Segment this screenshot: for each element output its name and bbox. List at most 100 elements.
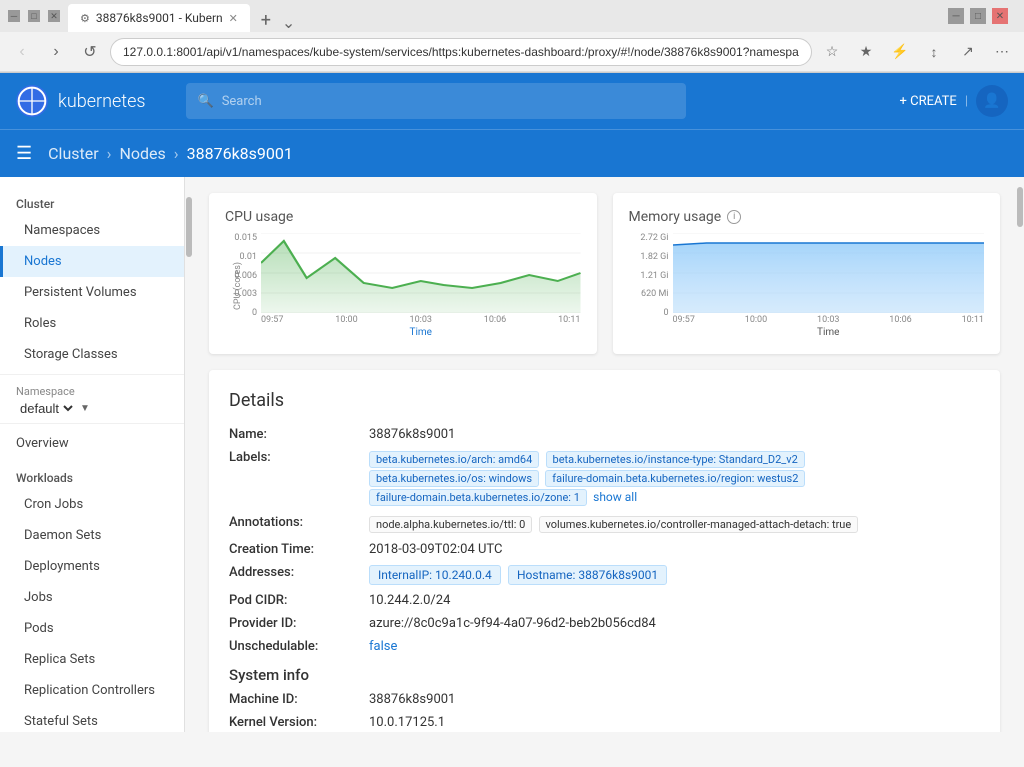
mem-y1: 0 xyxy=(663,308,668,318)
sidebar-item-deployments[interactable]: Deployments xyxy=(0,551,184,582)
breadcrumb-nodes[interactable]: Nodes xyxy=(119,144,165,163)
sidebar-item-pods[interactable]: Pods xyxy=(0,613,184,644)
app-title: kubernetes xyxy=(58,91,146,112)
unschedulable-label: Unschedulable: xyxy=(229,639,369,654)
sidebar-item-daemon-sets[interactable]: Daemon Sets xyxy=(0,520,184,551)
back-button[interactable]: ‹ xyxy=(8,38,36,66)
refresh-button[interactable]: ↺ xyxy=(76,38,104,66)
address-bar[interactable] xyxy=(110,38,812,66)
detail-row-machine-id: Machine ID: 38876k8s9001 xyxy=(229,692,980,707)
sidebar-item-storage-classes[interactable]: Storage Classes xyxy=(0,339,184,370)
sidebar-item-replica-sets[interactable]: Replica Sets xyxy=(0,644,184,675)
cpu-y5: 0.015 xyxy=(234,233,257,243)
breadcrumb-cluster[interactable]: Cluster xyxy=(48,144,99,163)
forward-button[interactable]: › xyxy=(42,38,70,66)
sidebar-item-overview[interactable]: Overview xyxy=(0,428,184,459)
kernel-value: 10.0.17125.1 xyxy=(369,715,980,730)
hamburger-menu[interactable]: ☰ xyxy=(16,143,32,164)
pod-cidr-value: 10.244.2.0/24 xyxy=(369,593,980,608)
tab-close-button[interactable]: ✕ xyxy=(229,12,238,25)
sidebar-item-namespaces[interactable]: Namespaces xyxy=(0,215,184,246)
creation-value: 2018-03-09T02:04 UTC xyxy=(369,542,980,557)
share-button[interactable]: ↗ xyxy=(954,38,982,66)
memory-chart-card: Memory usage i 2.72 Gi 1.82 Gi 1.21 Gi 6… xyxy=(613,193,1001,354)
header-actions: + CREATE | 👤 xyxy=(900,85,1008,117)
charts-row: CPU usage 0.015 0.01 0.006 0.003 0 CPU (… xyxy=(209,193,1000,354)
annotation-tag-2: volumes.kubernetes.io/controller-managed… xyxy=(539,516,859,533)
memory-chart-svg xyxy=(673,233,985,313)
extensions-button[interactable]: ⚡ xyxy=(886,38,914,66)
detail-row-annotations: Annotations: node.alpha.kubernetes.io/tt… xyxy=(229,515,980,534)
namespace-dropdown-icon: ▼ xyxy=(80,403,90,414)
mem-x1: 09:57 xyxy=(673,315,695,325)
sidebar-item-cron-jobs[interactable]: Cron Jobs xyxy=(0,489,184,520)
creation-label: Creation Time: xyxy=(229,542,369,557)
label-tag-3: beta.kubernetes.io/os: windows xyxy=(369,470,539,487)
bookmark-button[interactable]: ☆ xyxy=(818,38,846,66)
search-bar[interactable]: 🔍 Search xyxy=(186,83,686,119)
titlebar-close[interactable]: ✕ xyxy=(992,8,1008,24)
sidebar-item-persistent-volumes[interactable]: Persistent Volumes xyxy=(0,277,184,308)
cpu-x3: 10:03 xyxy=(410,315,432,325)
app-header: kubernetes 🔍 Search + CREATE | 👤 xyxy=(0,73,1024,129)
new-tab-button[interactable]: + xyxy=(254,8,278,32)
maximize-button[interactable]: □ xyxy=(28,10,40,22)
memory-info-icon: i xyxy=(727,210,741,224)
breadcrumb-bar: ☰ Cluster › Nodes › 38876k8s9001 xyxy=(0,129,1024,177)
namespace-label: Namespace xyxy=(16,385,168,398)
cpu-x-label: Time xyxy=(261,327,581,338)
scrollbar-thumb[interactable] xyxy=(186,197,192,257)
memory-chart-title: Memory usage i xyxy=(629,209,985,225)
create-button[interactable]: + CREATE xyxy=(900,94,957,109)
mem-y4: 1.82 Gi xyxy=(640,252,668,262)
browser-titlebar: ─ □ ✕ ⚙ 38876k8s9001 - Kubern ✕ + ⌄ ─ □ … xyxy=(0,0,1024,32)
mem-y3: 1.21 Gi xyxy=(640,271,668,281)
breadcrumb-current: 38876k8s9001 xyxy=(187,144,293,163)
close-button[interactable]: ✕ xyxy=(48,10,60,22)
sidebar-item-roles[interactable]: Roles xyxy=(0,308,184,339)
tab-menu-button[interactable]: ⌄ xyxy=(282,13,295,32)
user-avatar[interactable]: 👤 xyxy=(976,85,1008,117)
header-divider: | xyxy=(965,94,968,109)
avatar-icon: 👤 xyxy=(983,93,1000,109)
detail-row-pod-cidr: Pod CIDR: 10.244.2.0/24 xyxy=(229,593,980,608)
mem-x2: 10:00 xyxy=(745,315,767,325)
content-scrollbar[interactable] xyxy=(1016,177,1024,732)
sidebar-scrollbar[interactable] xyxy=(185,177,193,732)
detail-row-unschedulable: Unschedulable: false xyxy=(229,639,980,654)
menu-button[interactable]: ⋯ xyxy=(988,38,1016,66)
workloads-section-header: Workloads xyxy=(0,459,184,489)
label-tag-4: failure-domain.beta.kubernetes.io/region… xyxy=(545,470,805,487)
search-icon: 🔍 xyxy=(198,94,214,109)
name-label: Name: xyxy=(229,427,369,442)
annotations-label: Annotations: xyxy=(229,515,369,530)
detail-row-labels: Labels: beta.kubernetes.io/arch: amd64 b… xyxy=(229,450,980,507)
mem-x4: 10:06 xyxy=(889,315,911,325)
sidebar-item-replication-controllers[interactable]: Replication Controllers xyxy=(0,675,184,706)
label-tag-2: beta.kubernetes.io/instance-type: Standa… xyxy=(546,451,805,468)
browser-tab[interactable]: ⚙ 38876k8s9001 - Kubern ✕ xyxy=(68,4,250,32)
sidebar-item-stateful-sets[interactable]: Stateful Sets xyxy=(0,706,184,732)
content-scrollbar-thumb[interactable] xyxy=(1017,187,1023,227)
sidebar-item-nodes[interactable]: Nodes xyxy=(0,246,184,277)
name-value: 38876k8s9001 xyxy=(369,427,980,442)
namespace-select[interactable]: default xyxy=(16,400,76,417)
detail-row-kernel: Kernel Version: 10.0.17125.1 xyxy=(229,715,980,730)
bookmark-manager-button[interactable]: ★ xyxy=(852,38,880,66)
window-controls: ─ □ ✕ xyxy=(8,10,60,22)
titlebar-restore[interactable]: □ xyxy=(970,8,986,24)
minimize-button[interactable]: ─ xyxy=(8,10,20,22)
labels-value: beta.kubernetes.io/arch: amd64 beta.kube… xyxy=(369,450,980,507)
titlebar-minimize[interactable]: ─ xyxy=(948,8,964,24)
pod-cidr-label: Pod CIDR: xyxy=(229,593,369,608)
kubernetes-logo xyxy=(16,85,48,117)
cpu-x5: 10:11 xyxy=(558,315,580,325)
sync-button[interactable]: ↕ xyxy=(920,38,948,66)
show-all-link[interactable]: show all xyxy=(593,490,637,504)
sidebar-divider-2 xyxy=(0,423,184,424)
browser-nav: ‹ › ↺ ☆ ★ ⚡ ↕ ↗ ⋯ xyxy=(0,32,1024,72)
kernel-label: Kernel Version: xyxy=(229,715,369,730)
mem-x3: 10:03 xyxy=(817,315,839,325)
cpu-chart-card: CPU usage 0.015 0.01 0.006 0.003 0 CPU (… xyxy=(209,193,597,354)
sidebar-item-jobs[interactable]: Jobs xyxy=(0,582,184,613)
